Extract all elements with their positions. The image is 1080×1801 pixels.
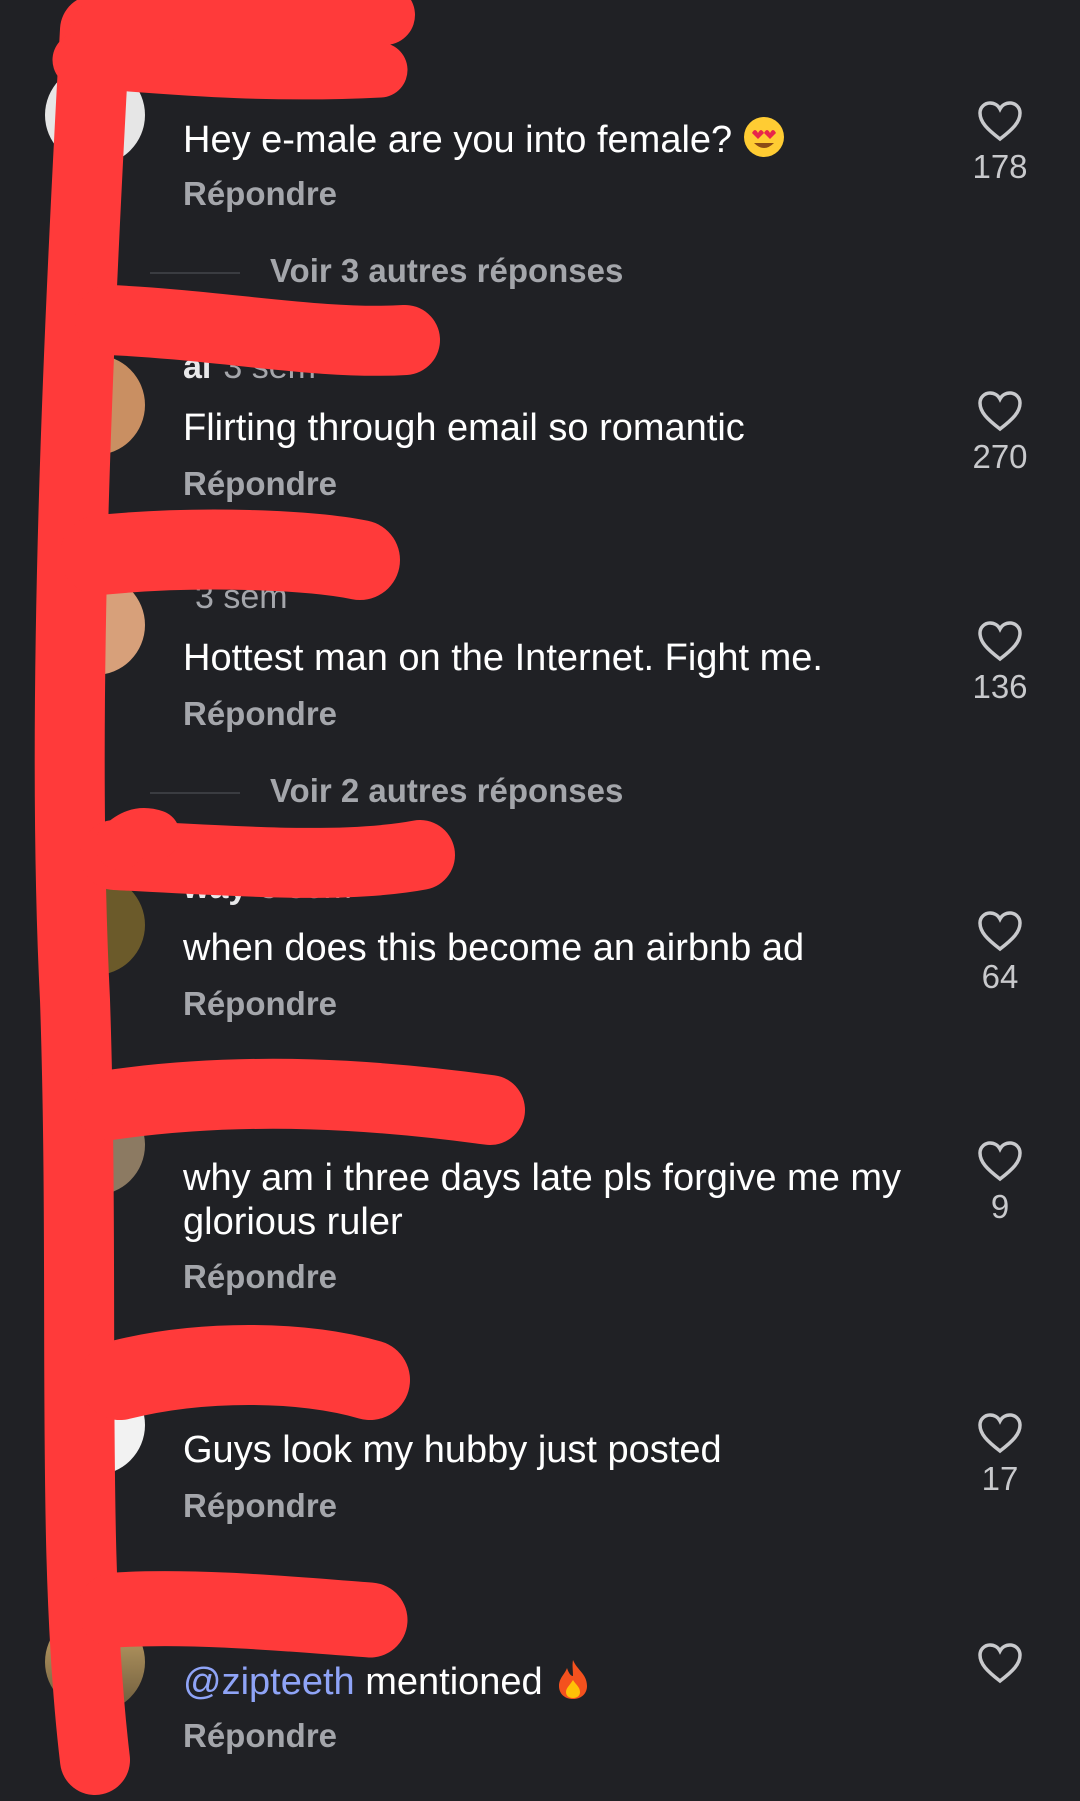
like-button[interactable]: 64 <box>955 910 1045 996</box>
comment-text: Hottest man on the Internet. Fight me. <box>183 637 823 679</box>
avatar[interactable] <box>45 65 145 165</box>
heart-icon <box>978 1643 1022 1684</box>
timestamp: 3 sem <box>195 58 288 96</box>
like-button[interactable]: 178 <box>955 100 1045 186</box>
comment-meta: 3 sem <box>183 578 288 617</box>
timestamp: em <box>195 1600 243 1638</box>
reply-button[interactable]: Répondre <box>183 695 337 733</box>
heart-icon <box>978 621 1022 662</box>
heart-icon <box>978 1413 1022 1454</box>
heart-icon <box>978 391 1022 432</box>
reply-button[interactable]: Répondre <box>183 1487 337 1525</box>
timestamp: 3 sem <box>195 1370 288 1408</box>
timestamp: 3 sem <box>195 578 288 616</box>
username[interactable]: al <box>183 348 211 386</box>
heart-icon <box>978 1141 1022 1182</box>
divider <box>150 792 240 794</box>
timestamp: 3 sem <box>259 868 352 906</box>
like-button[interactable]: 17 <box>955 1412 1045 1498</box>
avatar[interactable] <box>45 875 145 975</box>
avatar[interactable] <box>45 1095 145 1195</box>
reply-button[interactable]: Répondre <box>183 1258 337 1296</box>
like-count: 17 <box>981 1460 1019 1497</box>
avatar[interactable] <box>45 1375 145 1475</box>
comment-text: Flirting through email so romantic <box>183 407 745 449</box>
like-count: 136 <box>972 668 1028 705</box>
reply-button[interactable]: Répondre <box>183 1717 337 1755</box>
comment-text: Hey e-male are you into female? <box>183 116 913 168</box>
like-button[interactable]: 270 <box>955 390 1045 476</box>
avatar[interactable] <box>45 575 145 675</box>
like-button[interactable] <box>955 1642 1045 1690</box>
comment-meta: 3 sem <box>183 1370 288 1409</box>
heart-icon <box>978 101 1022 142</box>
fire-emoji-icon <box>553 1658 593 1710</box>
comment-meta: 3 sem <box>183 1098 288 1137</box>
divider <box>150 272 240 274</box>
reply-button[interactable]: Répondre <box>183 985 337 1023</box>
timestamp: 3 sem <box>223 348 316 386</box>
reply-button[interactable]: Répondre <box>183 465 337 503</box>
avatar[interactable] <box>45 355 145 455</box>
like-count: 178 <box>972 148 1028 185</box>
like-button[interactable]: 9 <box>955 1140 1045 1226</box>
comment-meta: al 3 sem <box>183 348 316 387</box>
comment-text: why am i three days late pls forgive me … <box>183 1157 902 1243</box>
comment-body: mentioned <box>354 1661 543 1704</box>
like-button[interactable]: 136 <box>955 620 1045 706</box>
comment-text: when does this become an airbnb ad <box>183 927 805 969</box>
reply-button[interactable]: Répondre <box>183 175 337 213</box>
heart-eyes-emoji-icon <box>743 116 785 168</box>
username[interactable]: way <box>183 868 247 906</box>
view-more-replies-label[interactable]: Voir 2 autres réponses <box>270 772 623 810</box>
view-more-replies-label[interactable]: Voir 3 autres réponses <box>270 252 623 290</box>
comment-text: @zipteeth mentioned <box>183 1658 913 1710</box>
heart-icon <box>978 911 1022 952</box>
mention-link[interactable]: @zipteeth <box>183 1661 355 1703</box>
timestamp: 3 sem <box>195 1098 288 1136</box>
comment-text: Guys look my hubby just posted <box>183 1429 722 1471</box>
avatar[interactable] <box>45 1612 145 1712</box>
comment-body: Hey e-male are you into female? <box>183 119 733 162</box>
comment-meta: way 3 sem <box>183 868 352 907</box>
comment-meta: 3 sem <box>183 58 288 97</box>
comment-meta: em <box>183 1600 242 1639</box>
like-count: 64 <box>981 958 1019 995</box>
like-count: 9 <box>990 1188 1010 1225</box>
like-count: 270 <box>972 438 1028 475</box>
